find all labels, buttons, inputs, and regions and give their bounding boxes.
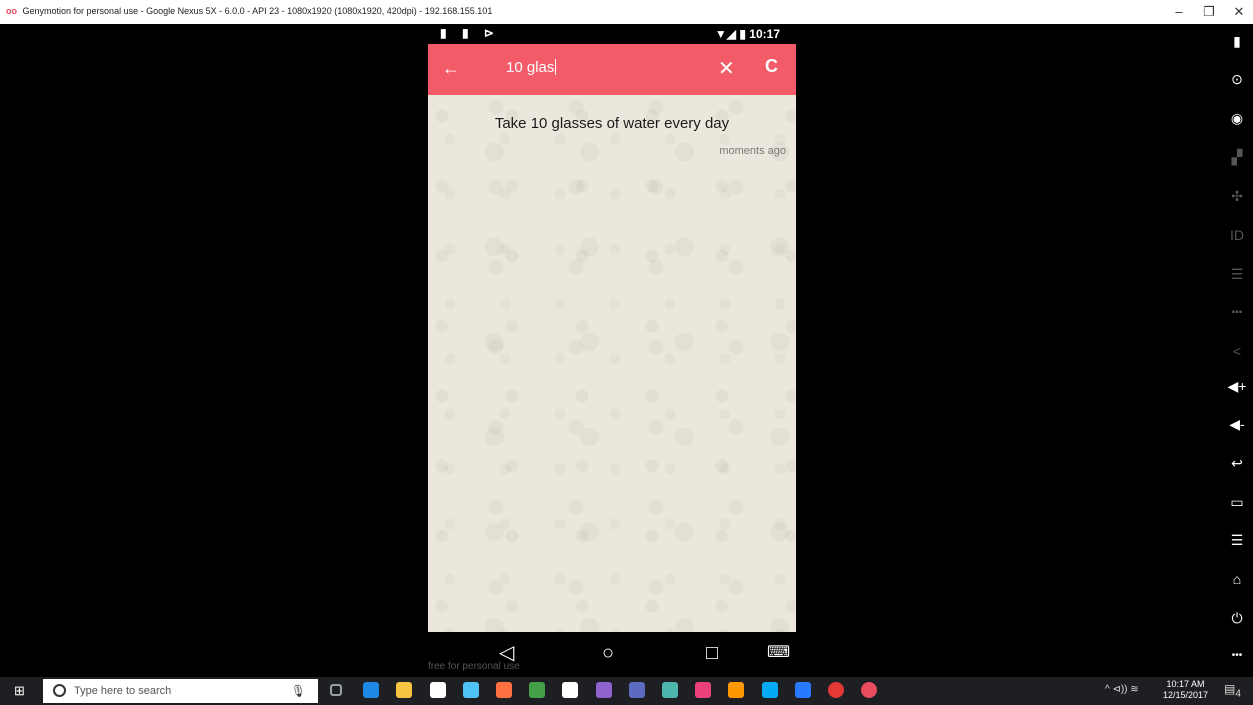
volume-down-icon[interactable]: ◀- xyxy=(1226,413,1248,435)
taskbar-app-icon[interactable] xyxy=(861,682,877,698)
back-icon[interactable]: ↩ xyxy=(1226,452,1248,474)
dpad-icon[interactable]: ✣ xyxy=(1226,185,1248,207)
watermark: free for personal use xyxy=(428,661,520,672)
taskbar-search[interactable]: Type here to search 🎙 xyxy=(43,679,318,703)
window-title: oo Genymotion for personal use - Google … xyxy=(6,6,492,16)
taskbar-app-icon[interactable] xyxy=(596,682,612,698)
genymotion-sidebar: ▮ ⊙ ◉ ▞ ✣ ID ☰ ▪▪▪ < ◀+ ◀- ↩ ▭ ☰ ⌂ ⏻ ••• xyxy=(1222,30,1252,675)
desktop: oo Genymotion for personal use - Google … xyxy=(0,0,1253,705)
media-icon[interactable]: ▞ xyxy=(1226,146,1248,168)
clock-date: 12/15/2017 xyxy=(1163,690,1209,700)
search-placeholder: Type here to search xyxy=(74,685,172,697)
taskbar-app-icon[interactable] xyxy=(396,682,412,698)
search-input[interactable]: 10 glas xyxy=(506,59,557,76)
notifications-icon[interactable]: ▤4 xyxy=(1224,682,1241,699)
windows-taskbar: ⊞ Type here to search 🎙 ^ ⊲)) ≋ 10:17 AM… xyxy=(0,677,1253,705)
keyboard-icon[interactable]: ⌨ xyxy=(767,643,790,663)
android-status-bar: ▮ ▮ ⊳ ▼◢ ▮ 10:17 xyxy=(428,24,796,44)
taskbar-app-icon[interactable] xyxy=(562,682,578,698)
nav-recents-icon[interactable]: □ xyxy=(706,643,718,663)
taskbar-app-icon[interactable] xyxy=(762,682,778,698)
system-tray[interactable]: ^ ⊲)) ≋ xyxy=(1105,684,1139,695)
genymotion-logo-icon: oo xyxy=(6,6,17,16)
window-title-text: Genymotion for personal use - Google Nex… xyxy=(22,6,493,16)
result-timestamp: moments ago xyxy=(719,145,786,157)
taskbar-app-icon[interactable] xyxy=(662,682,678,698)
taskbar-app-icon[interactable] xyxy=(430,682,446,698)
android-nav-bar: ◁ ○ □ ⌨ xyxy=(428,632,796,682)
taskbar-app-icon[interactable] xyxy=(728,682,744,698)
phone-screen: ▮ ▮ ⊳ ▼◢ ▮ 10:17 ← 10 glas ✕ C Take 10 g… xyxy=(428,24,796,682)
arrow-left-icon[interactable]: ← xyxy=(442,58,460,79)
taskbar-clock[interactable]: 10:17 AM 12/15/2017 xyxy=(1163,679,1208,701)
volume-up-icon[interactable]: ◀+ xyxy=(1226,375,1248,397)
battery-icon[interactable]: ▮ xyxy=(1226,30,1248,52)
share-icon[interactable]: < xyxy=(1226,340,1248,362)
results-list: Take 10 glasses of water every day momen… xyxy=(428,95,796,632)
close-button[interactable]: ✕ xyxy=(1224,2,1253,22)
recent-apps-icon[interactable]: ▭ xyxy=(1226,491,1248,513)
close-icon[interactable]: ✕ xyxy=(718,56,735,81)
taskbar-app-icon[interactable] xyxy=(828,682,844,698)
taskbar-app-icon[interactable] xyxy=(695,682,711,698)
restore-button[interactable]: ❐ xyxy=(1194,2,1224,22)
cortana-icon xyxy=(53,684,66,697)
windows-start-icon[interactable]: ⊞ xyxy=(14,683,25,699)
refresh-icon[interactable]: C xyxy=(765,56,778,77)
microphone-icon[interactable]: 🎙 xyxy=(291,684,306,698)
nav-back-icon[interactable]: ◁ xyxy=(499,643,514,663)
power-icon[interactable]: ⏻ xyxy=(1226,607,1248,629)
search-app-bar: ← 10 glas ✕ C xyxy=(428,44,796,95)
home-icon[interactable]: ⌂ xyxy=(1226,568,1248,590)
taskbar-app-icon[interactable] xyxy=(795,682,811,698)
minimize-button[interactable]: – xyxy=(1164,2,1194,22)
menu-icon[interactable]: ☰ xyxy=(1226,529,1248,551)
status-right: ▼◢ ▮ 10:17 xyxy=(714,27,780,41)
taskbar-app-icon[interactable] xyxy=(629,682,645,698)
gps-icon[interactable]: ⊙ xyxy=(1226,68,1248,90)
id-icon[interactable]: ID xyxy=(1226,224,1248,246)
clock-time: 10:17 AM xyxy=(1166,679,1205,689)
sms-icon[interactable]: ▪▪▪ xyxy=(1226,302,1248,324)
list-item[interactable]: Take 10 glasses of water every day momen… xyxy=(428,115,796,157)
taskbar-app-icon[interactable] xyxy=(463,682,479,698)
result-text: Take 10 glasses of water every day xyxy=(494,115,730,132)
notification-icons: ▮ ▮ ⊳ xyxy=(440,26,500,40)
taskbar-app-icon[interactable] xyxy=(529,682,545,698)
rss-icon[interactable]: ☰ xyxy=(1226,263,1248,285)
taskbar-app-icon[interactable] xyxy=(496,682,512,698)
taskbar-app-icon[interactable] xyxy=(330,684,342,696)
more-icon[interactable]: ••• xyxy=(1226,645,1248,667)
window-titlebar: oo Genymotion for personal use - Google … xyxy=(0,0,1253,24)
nav-home-icon[interactable]: ○ xyxy=(602,643,614,663)
taskbar-app-icon[interactable] xyxy=(363,682,379,698)
webcam-icon[interactable]: ◉ xyxy=(1226,107,1248,129)
